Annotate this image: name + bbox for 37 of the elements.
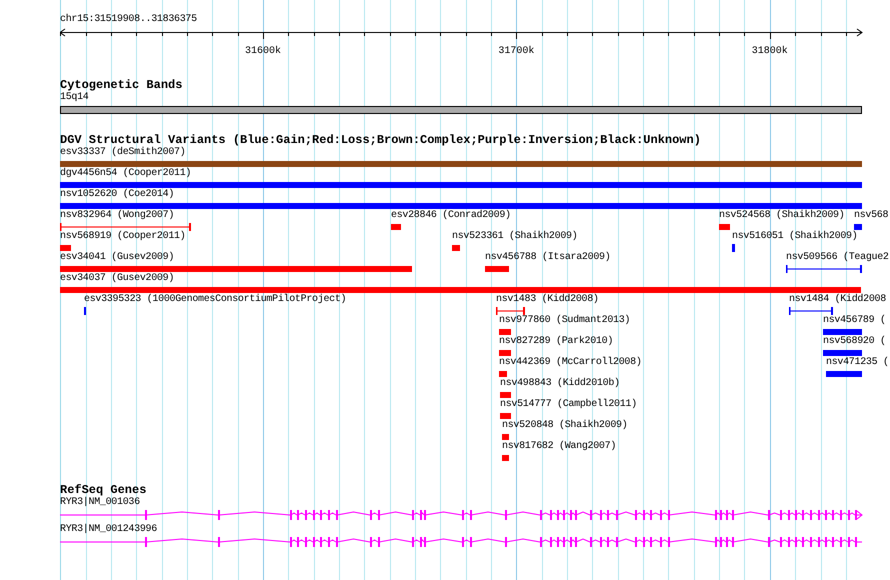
tick-label: 31800k xyxy=(752,46,788,58)
variant-label: nsv516051 (Shaikh2009) xyxy=(732,231,858,243)
track-title: Cytogenetic Bands xyxy=(60,79,184,92)
variant-label: nsv568920 ( xyxy=(823,336,886,348)
band-label: 15q14 xyxy=(60,92,90,104)
variant-label: esv28846 (Conrad2009) xyxy=(391,210,511,222)
variant-label: nsv524568 (Shaikh2009) xyxy=(719,210,844,222)
variant-label: nsv442369 (McCarroll2008) xyxy=(499,357,642,369)
variant-label: esv34037 (Gusev2009) xyxy=(60,273,176,285)
variant-label: nsv1484 (Kidd2008 xyxy=(789,294,886,306)
variant-label: nsv498843 (Kidd2010b) xyxy=(500,378,620,390)
variant-label: nsv471235 ( xyxy=(826,357,889,369)
variant-label: dgv4456n54 (Cooper2011) xyxy=(60,168,192,180)
track-title: DGV Structural Variants (Blue:Gain;Red:Loss;Brown:Complex;Purple:Inversion;Black:Unknown) xyxy=(60,134,702,147)
variant-label: esv34041 (Gusev2009) xyxy=(60,252,176,264)
variant-label: nsv832964 (Wong2007) xyxy=(60,210,176,222)
transcript-label: RYR3|NM_001036 xyxy=(60,497,141,509)
location-label: chr15:31519908..31836375 xyxy=(60,14,198,26)
transcript-label: RYR3|NM_001243996 xyxy=(60,524,158,536)
variant-label: nsv977860 (Sudmant2013) xyxy=(499,315,630,327)
variant-label: nsv514777 (Campbell2011) xyxy=(500,399,637,411)
variant-label: nsv817682 (Wang2007) xyxy=(502,441,616,453)
tick-label: 31600k xyxy=(244,46,281,58)
variant-label: nsv456789 ( xyxy=(823,315,886,327)
variant-label: esv33337 (deSmith2007) xyxy=(60,147,186,159)
variant-label: nsv568919 (Cooper2011) xyxy=(60,231,186,243)
variant-label: nsv1052620 (Coe2014) xyxy=(60,189,176,201)
variant-label: nsv1483 (Kidd2008) xyxy=(496,294,599,306)
track-title: RefSeq Genes xyxy=(60,484,148,497)
tick-label: 31700k xyxy=(498,46,534,58)
variant-label: nsv520848 (Shaikh2009) xyxy=(502,420,628,432)
variant-label: esv3395323 (1000GenomesConsortiumPilotProject) xyxy=(84,294,346,306)
variant-label: nsv509566 (Teague2 xyxy=(786,252,889,264)
variant-label: nsv568 xyxy=(854,210,888,222)
variant-label: nsv827289 (Park2010) xyxy=(499,336,614,348)
variant-label: nsv523361 (Shaikh2009) xyxy=(452,231,578,243)
variant-label: nsv456788 (Itsara2009) xyxy=(485,252,610,264)
